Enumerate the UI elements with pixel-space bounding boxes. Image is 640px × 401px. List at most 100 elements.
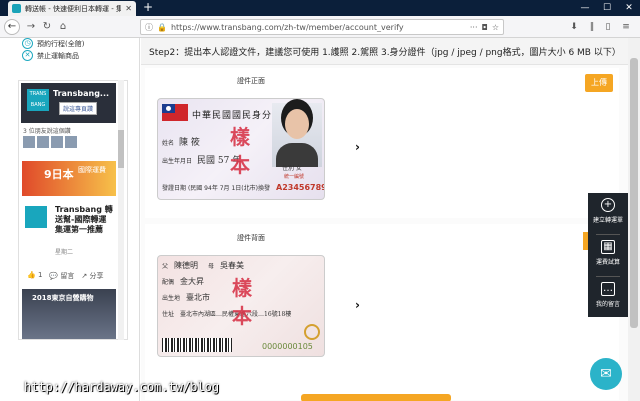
name-field: 姓名陳 筱 <box>162 135 200 148</box>
sample-stamp-top: 樣 <box>232 276 252 300</box>
spouse-label: 配偶 <box>162 279 175 286</box>
fb-share-action[interactable]: ↗ 分享 <box>81 271 103 281</box>
calculator-icon: ▦ <box>601 240 615 254</box>
fb-post-image[interactable]: 9日本 國際運費 <box>22 161 116 196</box>
download-icon[interactable]: ⬇ <box>568 21 580 33</box>
prohibited-items-link[interactable]: ✕ 禁止運輸商品 <box>22 50 79 61</box>
fb-like-action[interactable]: 👍 1 <box>27 271 42 281</box>
portrait-photo <box>272 103 322 167</box>
bookmark-star-icon[interactable]: ☆ <box>492 23 499 32</box>
url-text[interactable]: https://www.transbang.com/zh-tw/member/a… <box>171 23 466 32</box>
create-shipment-label: 建立轉運單 <box>592 217 623 224</box>
sample-stamp-top: 樣 <box>230 125 250 149</box>
browser-tab[interactable]: 轉送帳 - 快速便利日本轉運 - 集運 ✕ <box>8 1 136 16</box>
barcode <box>162 338 232 352</box>
fb-cover-image: TRANS BANG Transbang... 說這專頁讚 <box>21 83 116 123</box>
name-value: 陳 筱 <box>179 138 200 148</box>
fb-post-title[interactable]: Transbang 轉送幫-國際轉運集運第一推薦 <box>55 205 113 235</box>
maximize-button[interactable]: ☐ <box>596 1 618 15</box>
fb-friend-avatars <box>23 136 77 148</box>
share-label: 分享 <box>89 272 104 280</box>
forward-button[interactable]: → <box>24 20 38 34</box>
comment-label: 留言 <box>60 272 75 280</box>
fb-post-image-text: 2018東京自營購物 <box>32 294 94 302</box>
fb-like-button[interactable]: 說這專頁讚 <box>59 102 98 115</box>
close-tab-icon[interactable]: ✕ <box>125 4 132 13</box>
id-number: A234567890 <box>276 183 324 192</box>
avatar[interactable] <box>23 136 35 148</box>
watermark: http://hardaway.com.tw/blog <box>24 380 220 394</box>
library-icon[interactable]: ‖ <box>586 21 598 33</box>
id-back-section: 證件背面 父陳德明 母吳春美 配偶 金大昇 出生地 臺北市 住址 臺北市內湖區…民權東… <box>145 224 619 400</box>
issue-field: 發證日期 (民國 94年 7月 1日(北市)換發 <box>162 183 270 192</box>
chevron-right-icon[interactable]: › <box>355 140 360 154</box>
minimize-button[interactable]: — <box>574 1 596 15</box>
fb-post-subtitle: 國際運費 <box>78 166 106 174</box>
lock-icon[interactable]: 🔒 <box>157 23 167 32</box>
fb-post-time: 星期二 <box>55 249 74 256</box>
submit-button[interactable] <box>301 394 451 401</box>
fb-post-actions: 👍 1 💬 留言 ↗ 分享 <box>27 271 103 281</box>
fb-scrollbar[interactable] <box>118 80 124 340</box>
birthplace-value: 臺北市 <box>186 293 211 302</box>
seal-icon <box>304 324 320 340</box>
fb-scrollbar-thumb[interactable] <box>118 130 124 168</box>
upload-front-button[interactable]: 上傳 <box>585 74 613 92</box>
shipping-calculator-button[interactable]: ▦ 運費試算 <box>588 235 628 275</box>
reservation-label: 預約行程(全館) <box>37 39 85 48</box>
id-number-label: 統一編號 <box>284 174 305 180</box>
main-content: Step2：提出本人認證文件，建議您可使用 1.護照 2.駕照 3.身分證件（j… <box>141 38 628 401</box>
avatar[interactable] <box>51 136 63 148</box>
birthplace-label: 出生地 <box>162 295 181 302</box>
back-button[interactable]: ← <box>4 19 20 35</box>
gender-field: 性別 女 <box>282 165 302 172</box>
chevron-right-icon[interactable]: › <box>355 298 360 312</box>
shipping-calculator-label: 運費試算 <box>595 259 620 266</box>
page-actions-icon[interactable]: ··· <box>470 23 478 32</box>
page-scrollbar[interactable] <box>628 38 640 401</box>
birth-label: 出生年月日 <box>162 158 193 165</box>
facebook-widget[interactable]: TRANS BANG Transbang... 說這專頁讚 3 位朋友說這個讚 … <box>18 80 128 340</box>
pocket-icon[interactable]: ◘ <box>482 23 488 32</box>
avatar[interactable] <box>65 136 77 148</box>
fb-post-image-2[interactable]: 2018東京自營購物 <box>22 289 116 339</box>
close-window-button[interactable]: ✕ <box>618 1 640 15</box>
plus-icon: + <box>601 198 615 212</box>
avatar[interactable] <box>37 136 49 148</box>
step-instructions: Step2：提出本人認證文件，建議您可使用 1.護照 2.駕照 3.身分證件（j… <box>141 38 628 65</box>
sample-stamp-bottom: 本 <box>230 153 250 177</box>
address-bar[interactable]: ⓘ 🔒 https://www.transbang.com/zh-tw/memb… <box>140 19 504 35</box>
home-button[interactable]: ⌂ <box>56 20 70 34</box>
sidebar-icon[interactable]: ▯ <box>602 21 614 33</box>
reload-button[interactable]: ↻ <box>40 20 54 34</box>
id-front-label: 證件正面 <box>237 77 265 85</box>
chat-icon: … <box>601 282 615 296</box>
spouse-value: 金大昇 <box>180 277 205 286</box>
id-card-back-image: 父陳德明 母吳春美 配偶 金大昇 出生地 臺北市 住址 臺北市內湖區…民權東路六段…1… <box>157 255 325 357</box>
parents-field: 父陳德明 母吳春美 <box>162 260 244 271</box>
spouse-field: 配偶 金大昇 <box>162 276 204 287</box>
floating-toolbar: + 建立轉運單 ▦ 運費試算 … 我的留言 <box>588 193 628 317</box>
info-icon[interactable]: ⓘ <box>145 22 153 33</box>
prohibited-items-label: 禁止運輸商品 <box>37 51 79 60</box>
address-field: 住址 臺北市內湖區…民權東路六段…16號18樓 <box>162 309 291 318</box>
page-scrollbar-thumb[interactable] <box>630 58 638 328</box>
mail-chat-icon[interactable]: ✉ <box>590 358 622 390</box>
tab-title: 轉送帳 - 快速便利日本轉運 - 集運 <box>25 4 122 13</box>
transbang-avatar <box>25 206 47 228</box>
issue-value: (民國 94年 7月 1日(北市)換發 <box>187 185 270 192</box>
fb-page-name[interactable]: Transbang... <box>53 89 109 98</box>
navigation-bar: ← → ↻ ⌂ ⓘ 🔒 https://www.transbang.com/zh… <box>0 16 640 38</box>
my-messages-button[interactable]: … 我的留言 <box>588 277 628 317</box>
menu-icon[interactable]: ≡ <box>620 21 632 33</box>
fb-post-headline: 9日本 <box>44 168 74 181</box>
transbang-logo: TRANS BANG <box>27 89 49 111</box>
calendar-icon: ◷ <box>22 38 33 49</box>
tab-bar: 轉送帳 - 快速便利日本轉運 - 集運 ✕ + — ☐ ✕ <box>0 0 640 16</box>
reservation-link[interactable]: ◷ 預約行程(全館) <box>22 38 84 49</box>
new-tab-button[interactable]: + <box>141 1 155 15</box>
fb-comment-action[interactable]: 💬 留言 <box>49 271 74 281</box>
create-shipment-button[interactable]: + 建立轉運單 <box>588 193 628 233</box>
favicon-icon <box>12 4 21 13</box>
id-front-section: 證件正面 上傳 中華民國國民身分證 姓名陳 筱 出生年月日 民國 57 年 發證日… <box>145 68 619 218</box>
